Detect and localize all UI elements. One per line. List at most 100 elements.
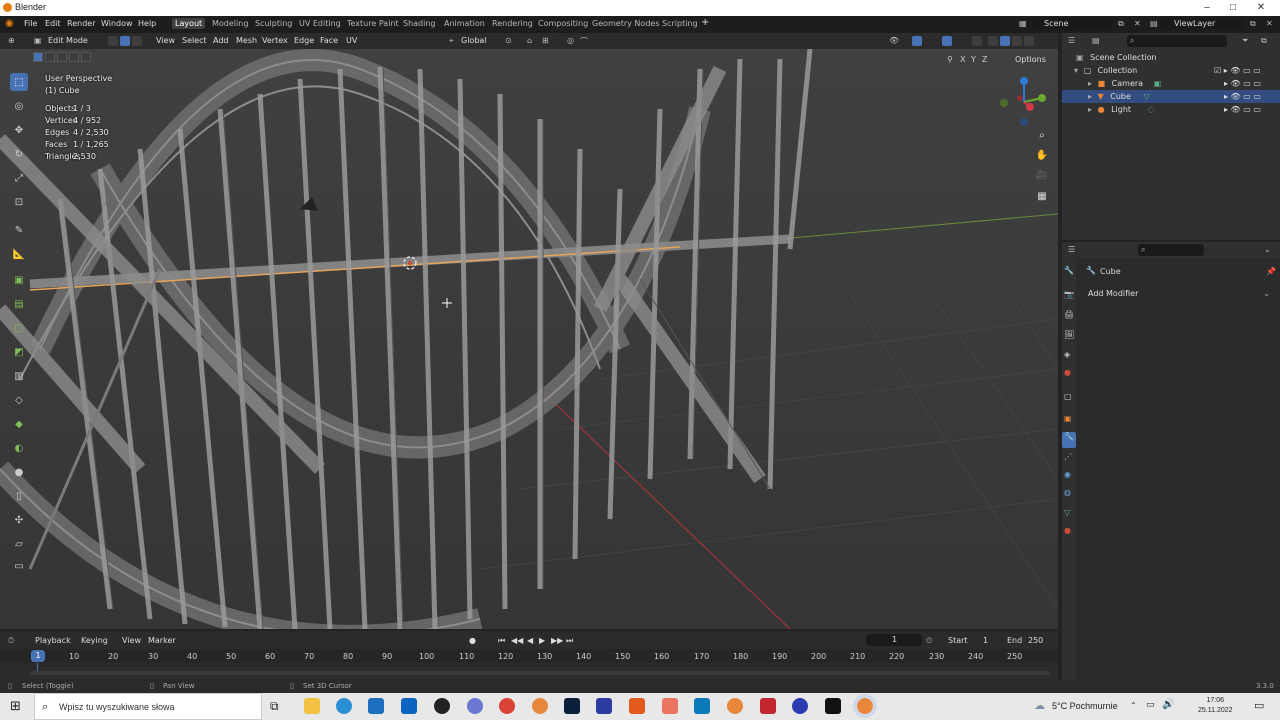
world-tab-icon[interactable]: ● [1064,368,1071,377]
snap-icon[interactable]: ⌂ [527,36,532,45]
poly-build-tool[interactable]: ◆ [10,415,28,433]
menu-marker[interactable]: Marker [148,636,176,645]
mail-icon[interactable] [401,698,417,714]
mode-selector[interactable]: Edit Mode [48,36,88,45]
shrink-fatten-tool[interactable]: ✣ [10,511,28,529]
taskbar-search-input[interactable]: ⌕ Wpisz tu wyszukiwane słowa [34,693,262,720]
edge-browser-icon[interactable] [336,698,352,714]
add-workspace-button[interactable]: + [701,17,709,28]
overlay-toggle-button[interactable] [942,36,952,46]
properties-editor-icon[interactable]: ☰ [1068,245,1075,254]
network-icon[interactable]: ▭ [1146,700,1155,710]
mirror-z-toggle[interactable]: Z [982,55,987,64]
snap-target-icon[interactable]: ⊞ [542,36,549,45]
minimize-button[interactable]: – [1194,0,1220,16]
vertex-select-button[interactable] [108,36,118,46]
menu-help[interactable]: Help [138,19,156,28]
expand-icon[interactable]: ▸ [1088,79,1092,88]
visibility-icon[interactable]: 👁 [889,36,899,45]
mirror-y-toggle[interactable]: Y [971,55,976,64]
navigation-gizmo[interactable] [996,74,1052,130]
menu-window[interactable]: Window [101,19,133,28]
shading-solid-button[interactable] [1000,36,1010,46]
extrude-tool[interactable]: ▤ [10,295,28,313]
proportional-edit-icon[interactable]: ◎ [567,36,574,45]
weather-text[interactable]: 5°C Pochmurnie [1052,701,1118,711]
app-icon[interactable] [467,698,483,714]
camera-view-icon[interactable]: 🎥 [1035,170,1049,184]
pin-icon[interactable]: 📌 [1266,267,1276,276]
new-collection-icon[interactable]: ⧉ [1261,36,1267,46]
filter-icon[interactable]: ⏷ [1242,36,1248,46]
shading-wireframe-button[interactable] [988,36,998,46]
shear-tool[interactable]: ▱ [10,535,28,553]
app-icon[interactable] [662,698,678,714]
move-tool[interactable]: ✥ [10,121,28,139]
edge-select-button[interactable] [120,36,130,46]
physics-tab-icon[interactable]: ◉ [1064,470,1071,479]
cursor-tool[interactable]: ◎ [10,97,28,115]
tab-texture-paint[interactable]: Texture Paint [344,18,402,29]
outliner-row-cube[interactable]: ▸ ▼ Cube ▽ ▸ 👁 ▭ ▭ [1062,90,1280,103]
outliner-row-light[interactable]: ▸ ● Light ◌ ▸ 👁 ▭ ▭ [1062,103,1280,116]
current-frame-field[interactable]: 1 [866,634,922,646]
scene-selector[interactable]: Scene [1030,18,1112,30]
collection-tab-icon[interactable]: ▢ [1064,392,1072,401]
app-icon[interactable] [760,698,776,714]
select-box-tool[interactable]: ⬚ [10,73,28,91]
pivot-icon[interactable]: ⊙ [505,36,512,45]
scene-tab-icon[interactable]: ◈ [1064,350,1070,359]
expand-icon[interactable]: ▸ [1088,92,1092,101]
tab-sculpting[interactable]: Sculpting [252,18,295,29]
output-tab-icon[interactable]: 🖨 [1064,310,1074,319]
visual-studio-icon[interactable] [694,698,710,714]
tab-scripting[interactable]: Scripting [659,18,701,29]
notification-icon[interactable]: ▭ [1254,699,1264,712]
inset-tool[interactable]: ▢ [10,319,28,337]
expand-icon[interactable]: ▾ [1074,66,1078,75]
transform-tool[interactable]: ⊡ [10,193,28,211]
menu-file[interactable]: File [24,19,37,28]
particles-tab-icon[interactable]: ⋰ [1064,452,1072,461]
gizmo-toggle-button[interactable] [912,36,922,46]
bevel-tool[interactable]: ◩ [10,343,28,361]
annotate-tool[interactable]: ✎ [10,221,28,239]
zoom-icon[interactable]: ⌕ [1035,130,1049,144]
app-icon[interactable] [825,698,841,714]
store-icon[interactable] [368,698,384,714]
menu-select[interactable]: Select [182,36,207,45]
display-mode-icon[interactable]: ▤ [1092,36,1100,45]
add-modifier-button[interactable]: Add Modifier ⌄ [1084,288,1274,300]
blender-app-icon[interactable] [727,698,743,714]
select-subtract-button[interactable] [57,52,67,62]
next-keyframe-icon[interactable]: ▶▶ [551,636,563,645]
app-icon[interactable] [792,698,808,714]
select-intersect-button[interactable] [81,52,91,62]
falloff-icon[interactable]: ⌒ [580,36,588,47]
select-new-button[interactable] [33,52,43,62]
select-extend-button[interactable] [45,52,55,62]
face-select-button[interactable] [132,36,142,46]
loop-cut-tool[interactable]: ▥ [10,367,28,385]
shading-rendered-button[interactable] [1024,36,1034,46]
menu-vertex[interactable]: Vertex [262,36,288,45]
close-button[interactable]: ✕ [1248,0,1274,16]
photoshop-icon[interactable] [564,698,580,714]
data-tab-icon[interactable]: ▽ [1064,508,1070,517]
tab-modeling[interactable]: Modeling [209,18,251,29]
measure-tool[interactable]: 📐 [10,245,28,263]
timeline-editor-icon[interactable]: ⏱ [8,636,14,646]
menu-uv[interactable]: UV [346,36,357,45]
menu-mesh[interactable]: Mesh [236,36,257,45]
play-reverse-icon[interactable]: ◀ [527,636,533,645]
object-tab-icon[interactable]: ▣ [1064,414,1072,423]
constraints-tab-icon[interactable]: ◍ [1064,488,1071,497]
menu-edge[interactable]: Edge [294,36,314,45]
tab-shading[interactable]: Shading [400,18,439,29]
menu-edit[interactable]: Edit [45,19,61,28]
menu-render[interactable]: Render [67,19,95,28]
powerpoint-icon[interactable] [629,698,645,714]
windows-start-icon[interactable]: ⊞ [10,699,21,714]
timeline-scrollbar[interactable] [30,671,1050,675]
playhead[interactable]: 1 [31,650,45,662]
